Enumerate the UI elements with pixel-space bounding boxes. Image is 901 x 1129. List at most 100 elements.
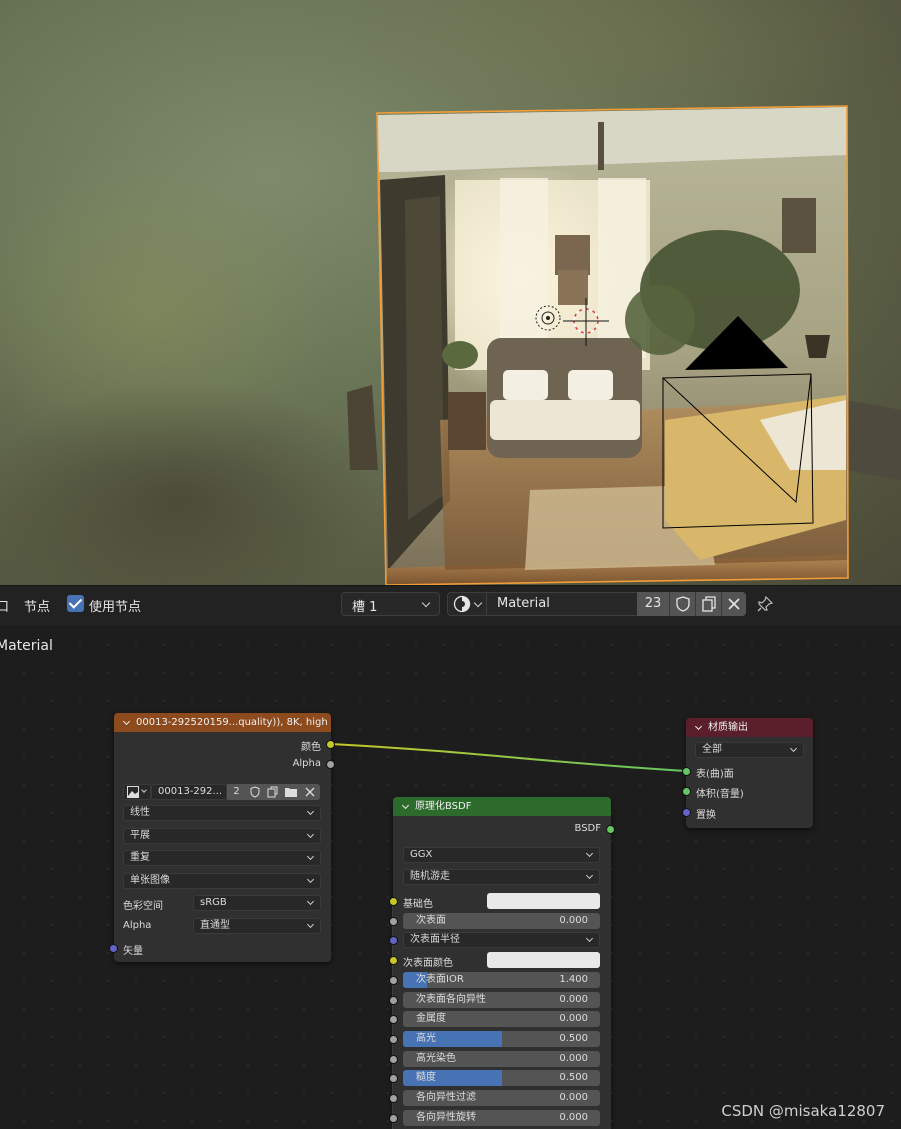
- subsurface-method-dropdown[interactable]: 随机游走: [403, 869, 600, 885]
- input-socket[interactable]: [389, 1055, 398, 1064]
- chevron-down-icon: [585, 871, 594, 880]
- slider-value: 0.500: [559, 1033, 588, 1044]
- input-socket[interactable]: [389, 1114, 398, 1123]
- color-swatch[interactable]: [487, 952, 600, 968]
- chevron-down-icon: [306, 807, 315, 816]
- socket-surface-input[interactable]: [682, 767, 691, 776]
- slider-value: 0.000: [559, 1112, 588, 1123]
- shield-icon: [250, 786, 260, 798]
- color-swatch[interactable]: [487, 893, 600, 909]
- node-title: 材质输出: [708, 722, 748, 733]
- slider-value: 0.000: [559, 1053, 588, 1064]
- input-socket[interactable]: [389, 956, 398, 965]
- chevron-down-icon: [306, 920, 315, 929]
- chevron-down-icon: [306, 897, 315, 906]
- slider-label: 糙度: [416, 1072, 436, 1083]
- collapse-chevron-icon[interactable]: [122, 717, 131, 726]
- slider-value: 0.000: [559, 994, 588, 1005]
- node-title: 原理化BSDF: [415, 801, 472, 812]
- socket-bsdf-output[interactable]: [606, 825, 615, 834]
- slider-label: 次表面: [416, 915, 446, 926]
- input-slider[interactable]: 高光染色 0.000: [403, 1051, 600, 1067]
- alpha-mode-dropdown[interactable]: 直通型: [193, 918, 321, 934]
- colorspace-value: sRGB: [200, 897, 227, 908]
- alpha-mode-value: 直通型: [200, 920, 230, 931]
- image-browse-button[interactable]: [123, 784, 151, 800]
- fake-user-button[interactable]: [246, 784, 264, 800]
- colorspace-dropdown[interactable]: sRGB: [193, 895, 321, 911]
- socket-vector-input[interactable]: [109, 944, 118, 953]
- input-socket[interactable]: [389, 917, 398, 926]
- input-slider[interactable]: 次表面 0.000: [403, 913, 600, 929]
- material-output-node[interactable]: 材质输出 全部 表(曲)面 体积(音量) 置换: [686, 718, 813, 828]
- input-label: 次表面半径: [410, 934, 460, 945]
- folder-icon: [285, 788, 297, 797]
- slider-value: 0.000: [559, 1092, 588, 1103]
- chevron-down-icon: [585, 849, 594, 858]
- output-label-color: 颜色: [301, 742, 321, 753]
- slider-label: 各向异性过滤: [416, 1092, 476, 1103]
- input-slider[interactable]: 糙度 0.500: [403, 1070, 600, 1086]
- input-slider[interactable]: 高光 0.500: [403, 1031, 600, 1047]
- input-slider[interactable]: 次表面IOR 1.400: [403, 972, 600, 988]
- duplicate-image-button[interactable]: [264, 784, 282, 800]
- slider-label: 高光: [416, 1033, 436, 1044]
- image-texture-node[interactable]: 00013-292520159...quality)), 8K, high de…: [114, 713, 331, 962]
- extension-value: 重复: [130, 852, 150, 863]
- output-target-dropdown[interactable]: 全部: [695, 742, 804, 758]
- slider-label: 次表面各向异性: [416, 994, 486, 1005]
- input-dropdown[interactable]: 次表面半径: [403, 932, 600, 948]
- slider-value: 0.500: [559, 1072, 588, 1083]
- output-label-alpha: Alpha: [292, 758, 321, 769]
- node-header[interactable]: 00013-292520159...quality)), 8K, high de: [114, 713, 331, 732]
- input-socket[interactable]: [389, 976, 398, 985]
- socket-volume-input[interactable]: [682, 787, 691, 796]
- input-socket[interactable]: [389, 936, 398, 945]
- watermark: CSDN @misaka12807: [721, 1102, 885, 1120]
- distribution-value: GGX: [410, 849, 433, 860]
- duplicate-icon: [267, 786, 278, 798]
- close-icon: [305, 787, 315, 797]
- node-header[interactable]: 材质输出: [686, 718, 813, 737]
- input-socket[interactable]: [389, 996, 398, 1005]
- socket-displacement-input[interactable]: [682, 808, 691, 817]
- input-slider[interactable]: 各向异性旋转 0.000: [403, 1110, 600, 1126]
- input-socket[interactable]: [389, 1094, 398, 1103]
- chevron-down-icon: [306, 830, 315, 839]
- input-socket[interactable]: [389, 1074, 398, 1083]
- input-slider[interactable]: 各向异性过滤 0.000: [403, 1090, 600, 1106]
- input-label-surface: 表(曲)面: [696, 769, 734, 780]
- extension-dropdown[interactable]: 重复: [123, 850, 321, 866]
- node-title: 00013-292520159...quality)), 8K, high de: [136, 717, 331, 728]
- image-user-count[interactable]: 2: [227, 784, 246, 800]
- source-dropdown[interactable]: 单张图像: [123, 873, 321, 889]
- input-socket[interactable]: [389, 1035, 398, 1044]
- input-socket[interactable]: [389, 897, 398, 906]
- input-label: 次表面颜色: [403, 958, 453, 969]
- socket-alpha-output[interactable]: [326, 760, 335, 769]
- source-value: 单张图像: [130, 875, 170, 886]
- image-name-field[interactable]: 00013-292...: [151, 784, 227, 800]
- chevron-down-icon: [789, 744, 798, 753]
- distribution-dropdown[interactable]: GGX: [403, 847, 600, 863]
- chevron-down-icon: [141, 787, 147, 793]
- alpha-label: Alpha: [123, 920, 152, 931]
- interpolation-dropdown[interactable]: 线性: [123, 805, 321, 821]
- open-image-button[interactable]: [282, 784, 300, 800]
- collapse-chevron-icon[interactable]: [694, 722, 703, 731]
- collapse-chevron-icon[interactable]: [401, 801, 410, 810]
- input-label-displacement: 置换: [696, 810, 716, 821]
- slider-label: 金属度: [416, 1013, 446, 1024]
- chevron-down-icon: [306, 875, 315, 884]
- node-header[interactable]: 原理化BSDF: [393, 797, 611, 816]
- unlink-image-button[interactable]: [300, 784, 320, 800]
- slider-label: 高光染色: [416, 1053, 456, 1064]
- projection-dropdown[interactable]: 平展: [123, 828, 321, 844]
- principled-bsdf-node[interactable]: 原理化BSDF BSDF GGX 随机游走 基础色 次表面 0.000 次表面半径 次表…: [393, 797, 611, 1129]
- socket-color-output[interactable]: [326, 740, 335, 749]
- input-socket[interactable]: [389, 1015, 398, 1024]
- input-slider[interactable]: 次表面各向异性 0.000: [403, 992, 600, 1008]
- input-slider[interactable]: 金属度 0.000: [403, 1011, 600, 1027]
- input-label: 基础色: [403, 899, 433, 910]
- slider-label: 次表面IOR: [416, 974, 464, 985]
